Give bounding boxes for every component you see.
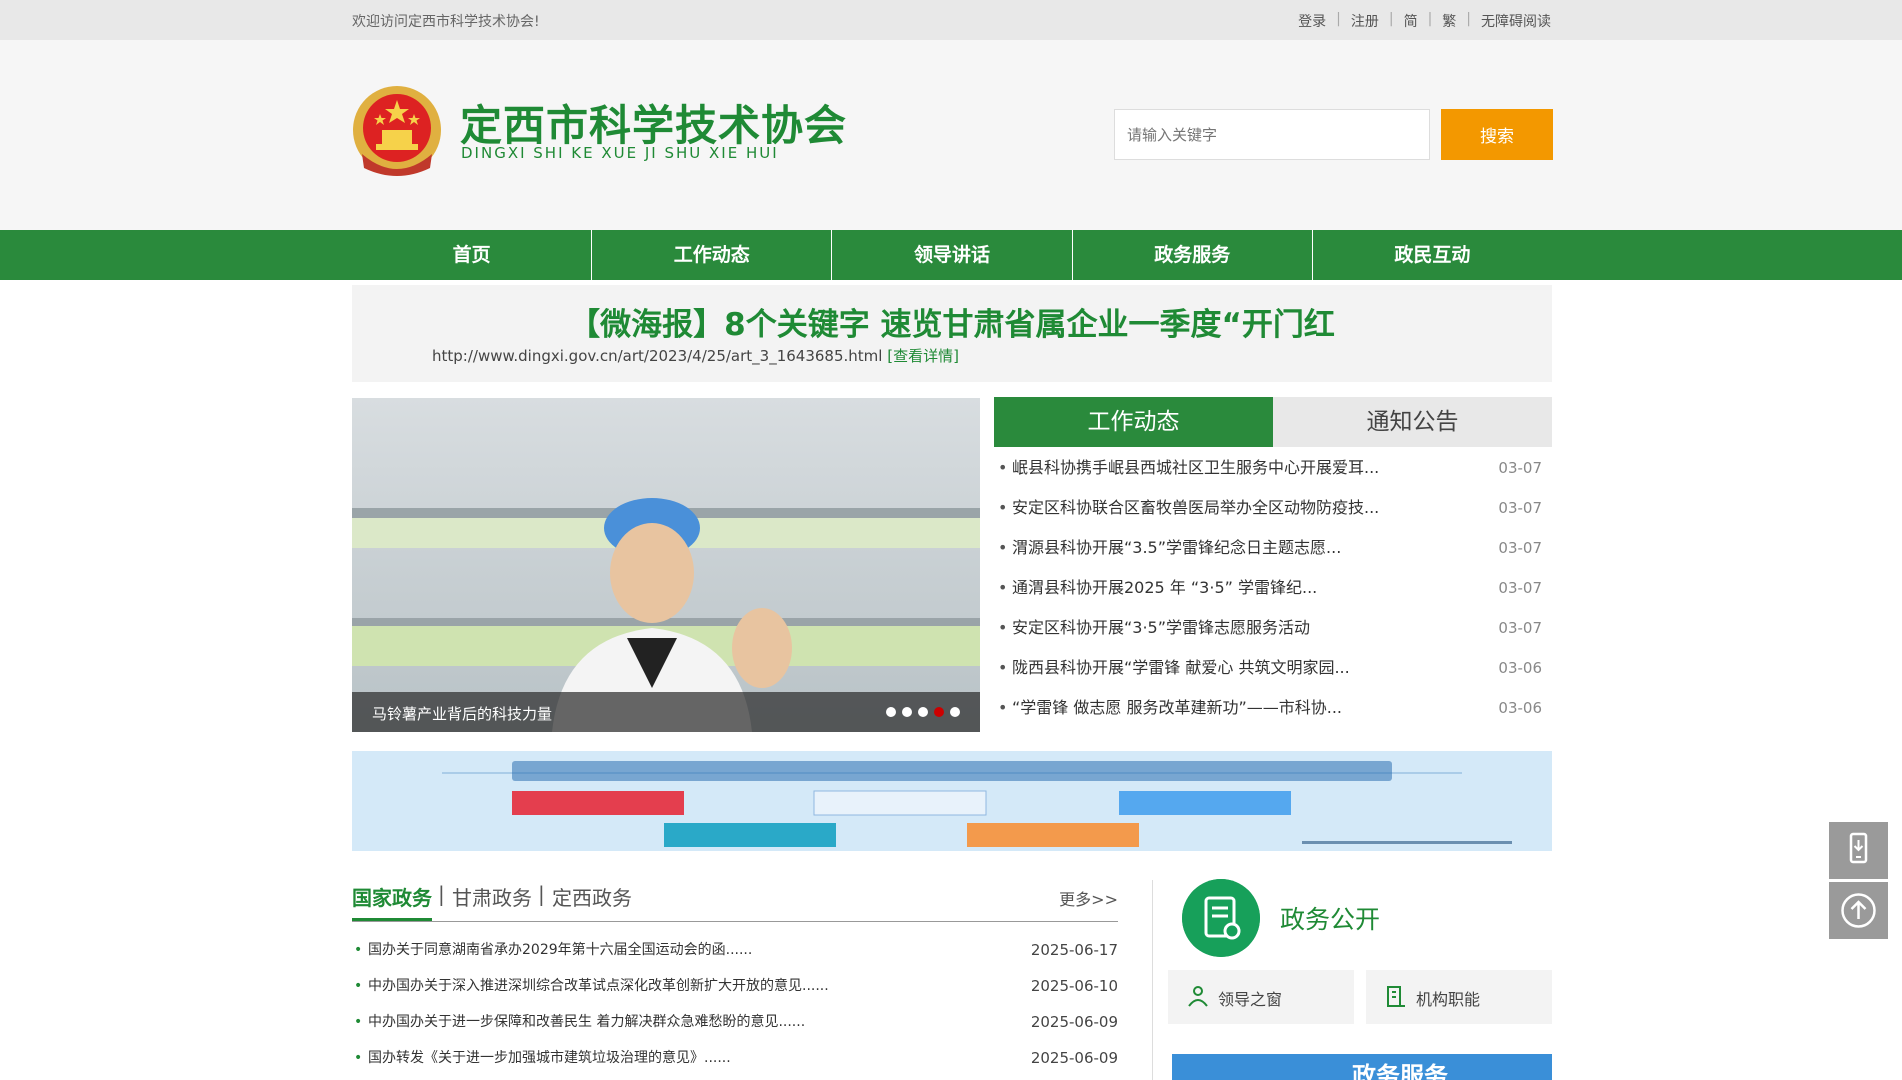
gov-news-date: 2025-06-17 bbox=[1030, 941, 1118, 959]
list-item[interactable]: 通渭县科协开展2025 年 “3·5” 学雷锋纪... 03-07 bbox=[994, 568, 1552, 608]
news-date: 03-07 bbox=[1498, 539, 1542, 557]
slider-caption: 马铃薯产业背后的科技力量 bbox=[372, 705, 553, 723]
list-item[interactable]: 岷县科协携手岷县西城社区卫生服务中心开展爱耳... 03-07 bbox=[994, 448, 1552, 488]
news-title[interactable]: 安定区科协开展“3·5”学雷锋志愿服务活动 bbox=[1012, 618, 1310, 637]
gov-news-title[interactable]: 中办国办关于进一步保障和改善民生 着力解决群众急难愁盼的意见...... bbox=[368, 1014, 805, 1030]
gov-news-date: 2025-06-09 bbox=[1030, 1013, 1118, 1031]
nav-work-news[interactable]: 工作动态 bbox=[592, 230, 833, 280]
separator: | bbox=[438, 882, 445, 906]
news-title[interactable]: 渭源县科协开展“3.5”学雷锋纪念日主题志愿... bbox=[1012, 538, 1341, 557]
headline-url-text: http://www.dingxi.gov.cn/art/2023/4/25/a… bbox=[432, 347, 883, 365]
org-function-label: 机构职能 bbox=[1416, 990, 1481, 1009]
arrow-up-icon bbox=[1841, 893, 1876, 928]
gov-news-list: 国办关于同意湖南省承办2029年第十六届全国运动会的函...... 2025-06… bbox=[352, 932, 1118, 1076]
divider bbox=[1152, 880, 1153, 1080]
main-nav: 首页 工作动态 领导讲话 政务服务 政民互动 bbox=[0, 230, 1902, 280]
back-to-top-button[interactable] bbox=[1829, 882, 1888, 939]
policy-banner[interactable] bbox=[352, 751, 1552, 851]
news-date: 03-07 bbox=[1498, 619, 1542, 637]
separator: | bbox=[1427, 11, 1433, 27]
list-item[interactable]: 安定区科协开展“3·5”学雷锋志愿服务活动 03-07 bbox=[994, 608, 1552, 648]
list-item[interactable]: “学雷锋 做志愿 服务改革建新功”——市科协... 03-06 bbox=[994, 688, 1552, 728]
image-slider[interactable]: 马铃薯产业背后的科技力量 bbox=[352, 398, 980, 732]
headline-title[interactable]: 【微海报】8个关键字 速览甘肃省属企业一季度“开门红 bbox=[352, 299, 1552, 344]
nav-gov-service[interactable]: 政务服务 bbox=[1073, 230, 1313, 280]
site-header bbox=[0, 40, 1902, 230]
login-link[interactable]: 登录 bbox=[1298, 11, 1326, 31]
people-icon bbox=[1188, 986, 1208, 1007]
news-title[interactable]: “学雷锋 做志愿 服务改革建新功”——市科协... bbox=[1012, 698, 1342, 717]
mobile-button[interactable] bbox=[1829, 822, 1888, 879]
slider-caption-bar: 马铃薯产业背后的科技力量 bbox=[352, 692, 980, 732]
news-list: 岷县科协携手岷县西城社区卫生服务中心开展爱耳... 03-07 安定区科协联合区畜… bbox=[994, 448, 1552, 728]
gov-tabs: 国家政务 | 甘肃政务 | 定西政务 更多>> bbox=[352, 882, 1118, 922]
news-date: 03-07 bbox=[1498, 579, 1542, 597]
top-links: 登录 | 注册 | 简 | 繁 | 无障碍阅读 bbox=[1298, 11, 1551, 31]
gov-service-banner-text: 政务服务 bbox=[1352, 1062, 1448, 1080]
headline-url: http://www.dingxi.gov.cn/art/2023/4/25/a… bbox=[432, 345, 959, 366]
site-subtitle: DINGXI SHI KE XUE JI SHU XIE HUI bbox=[461, 144, 779, 162]
gov-news-title[interactable]: 中办国办关于深入推进深圳综合改革试点深化改革创新扩大开放的意见...... bbox=[368, 978, 829, 994]
news-date: 03-07 bbox=[1498, 459, 1542, 477]
simplified-link[interactable]: 简 bbox=[1404, 11, 1418, 31]
building-icon bbox=[1387, 986, 1405, 1007]
tab-gansu-gov[interactable]: 甘肃政务 bbox=[452, 882, 532, 911]
news-tabs: 工作动态 通知公告 bbox=[994, 397, 1552, 447]
gov-service-banner[interactable]: 政务服务 bbox=[1172, 1054, 1552, 1080]
list-item[interactable]: 国办关于同意湖南省承办2029年第十六届全国运动会的函...... 2025-06… bbox=[352, 932, 1118, 968]
slider-dot[interactable] bbox=[886, 707, 896, 717]
news-title[interactable]: 岷县科协携手岷县西城社区卫生服务中心开展爱耳... bbox=[1012, 458, 1379, 477]
news-date: 03-07 bbox=[1498, 499, 1542, 517]
search-input[interactable] bbox=[1114, 109, 1430, 160]
traditional-link[interactable]: 繁 bbox=[1442, 11, 1456, 31]
accessibility-link[interactable]: 无障碍阅读 bbox=[1481, 11, 1551, 31]
top-bar: 欢迎访问定西市科学技术协会! 登录 | 注册 | 简 | 繁 | 无障碍阅读 bbox=[0, 0, 1902, 40]
gov-news-date: 2025-06-10 bbox=[1030, 977, 1118, 995]
slider-dots bbox=[886, 707, 960, 717]
document-icon bbox=[1182, 879, 1260, 957]
list-item[interactable]: 中办国办关于进一步保障和改善民生 着力解决群众急难愁盼的意见...... 2025… bbox=[352, 1004, 1118, 1040]
list-item[interactable]: 中办国办关于深入推进深圳综合改革试点深化改革创新扩大开放的意见...... 202… bbox=[352, 968, 1118, 1004]
separator: | bbox=[1466, 11, 1471, 27]
slider-dot[interactable] bbox=[950, 707, 960, 717]
list-item[interactable]: 渭源县科协开展“3.5”学雷锋纪念日主题志愿... 03-07 bbox=[994, 528, 1552, 568]
welcome-text: 欢迎访问定西市科学技术协会! bbox=[352, 14, 540, 30]
list-item[interactable]: 国办转发《关于进一步加强城市建筑垃圾治理的意见》...... 2025-06-09 bbox=[352, 1040, 1118, 1076]
national-emblem-icon bbox=[353, 86, 441, 176]
gov-news-title[interactable]: 国办关于同意湖南省承办2029年第十六届全国运动会的函...... bbox=[368, 942, 752, 958]
slider-photo bbox=[352, 398, 980, 732]
news-title[interactable]: 陇西县科协开展“学雷锋 献爱心 共筑文明家园... bbox=[1012, 658, 1350, 677]
nav-interaction[interactable]: 政民互动 bbox=[1313, 230, 1552, 280]
list-item[interactable]: 陇西县科协开展“学雷锋 献爱心 共筑文明家园... 03-06 bbox=[994, 648, 1552, 688]
slider-dot-active[interactable] bbox=[934, 707, 944, 717]
separator: | bbox=[1336, 11, 1341, 27]
gov-open-title[interactable]: 政务公开 bbox=[1280, 900, 1380, 936]
tab-notices[interactable]: 通知公告 bbox=[1273, 397, 1552, 447]
separator: | bbox=[1388, 11, 1394, 27]
more-link[interactable]: 更多>> bbox=[1059, 886, 1118, 910]
register-link[interactable]: 注册 bbox=[1351, 11, 1379, 31]
mobile-icon bbox=[1849, 832, 1868, 864]
tab-work-news[interactable]: 工作动态 bbox=[994, 397, 1273, 447]
search-button[interactable]: 搜索 bbox=[1441, 109, 1553, 160]
list-item[interactable]: 安定区科协联合区畜牧兽医局举办全区动物防疫技... 03-07 bbox=[994, 488, 1552, 528]
tab-national-gov[interactable]: 国家政务 bbox=[352, 882, 432, 921]
leader-window-button[interactable]: 领导之窗 bbox=[1168, 970, 1354, 1024]
slider-dot[interactable] bbox=[902, 707, 912, 717]
news-title[interactable]: 安定区科协联合区畜牧兽医局举办全区动物防疫技... bbox=[1012, 498, 1379, 517]
detail-link[interactable]: [查看详情] bbox=[887, 347, 959, 365]
news-date: 03-06 bbox=[1498, 699, 1542, 717]
nav-leader-speech[interactable]: 领导讲话 bbox=[832, 230, 1073, 280]
gov-news-title[interactable]: 国办转发《关于进一步加强城市建筑垃圾治理的意见》...... bbox=[368, 1050, 731, 1066]
news-title[interactable]: 通渭县科协开展2025 年 “3·5” 学雷锋纪... bbox=[1012, 578, 1317, 597]
slider-dot[interactable] bbox=[918, 707, 928, 717]
news-date: 03-06 bbox=[1498, 659, 1542, 677]
headline-box: 【微海报】8个关键字 速览甘肃省属企业一季度“开门红 http://www.di… bbox=[352, 285, 1552, 382]
org-function-button[interactable]: 机构职能 bbox=[1366, 970, 1552, 1024]
tab-dingxi-gov[interactable]: 定西政务 bbox=[552, 882, 632, 911]
leader-window-label: 领导之窗 bbox=[1218, 990, 1283, 1009]
gov-news-date: 2025-06-09 bbox=[1030, 1049, 1118, 1067]
nav-home[interactable]: 首页 bbox=[352, 230, 593, 280]
separator: | bbox=[538, 882, 545, 906]
